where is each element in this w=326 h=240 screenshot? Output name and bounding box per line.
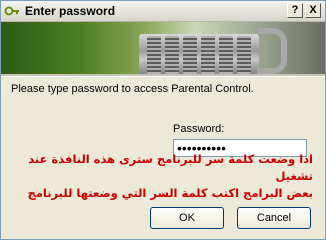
prompt-text: Please type password to access Parental …	[11, 83, 254, 95]
title-bar[interactable]: Enter password ? X	[1, 1, 325, 22]
key-icon	[4, 6, 19, 16]
close-button[interactable]: X	[305, 3, 321, 18]
dial-wheel	[219, 36, 233, 74]
dial-wheel	[165, 36, 179, 74]
help-button[interactable]: ?	[287, 3, 303, 18]
padlock-banner-image	[1, 22, 325, 74]
dial-wheel	[201, 36, 215, 74]
window-title: Enter password	[25, 4, 116, 18]
divider	[1, 74, 325, 77]
password-label: Password:	[173, 123, 225, 135]
arabic-note-line: اذا وضعت كلمة سر للبرنامج سترى هذه الناف…	[28, 152, 313, 183]
ok-button[interactable]: OK	[150, 207, 224, 229]
arabic-note: اذا وضعت كلمة سر للبرنامج سترى هذه الناف…	[7, 151, 313, 202]
padlock-shackle	[257, 28, 287, 74]
cancel-button[interactable]: Cancel	[237, 207, 311, 229]
arabic-note-line: بعض البرامج اكتب كلمة السر التي وضعتها ل…	[27, 186, 313, 200]
dial-wheel	[147, 36, 161, 74]
dial-wheel	[237, 36, 251, 74]
password-dialog: Enter password ? X Please type password …	[0, 0, 326, 240]
dial-wheel	[183, 36, 197, 74]
